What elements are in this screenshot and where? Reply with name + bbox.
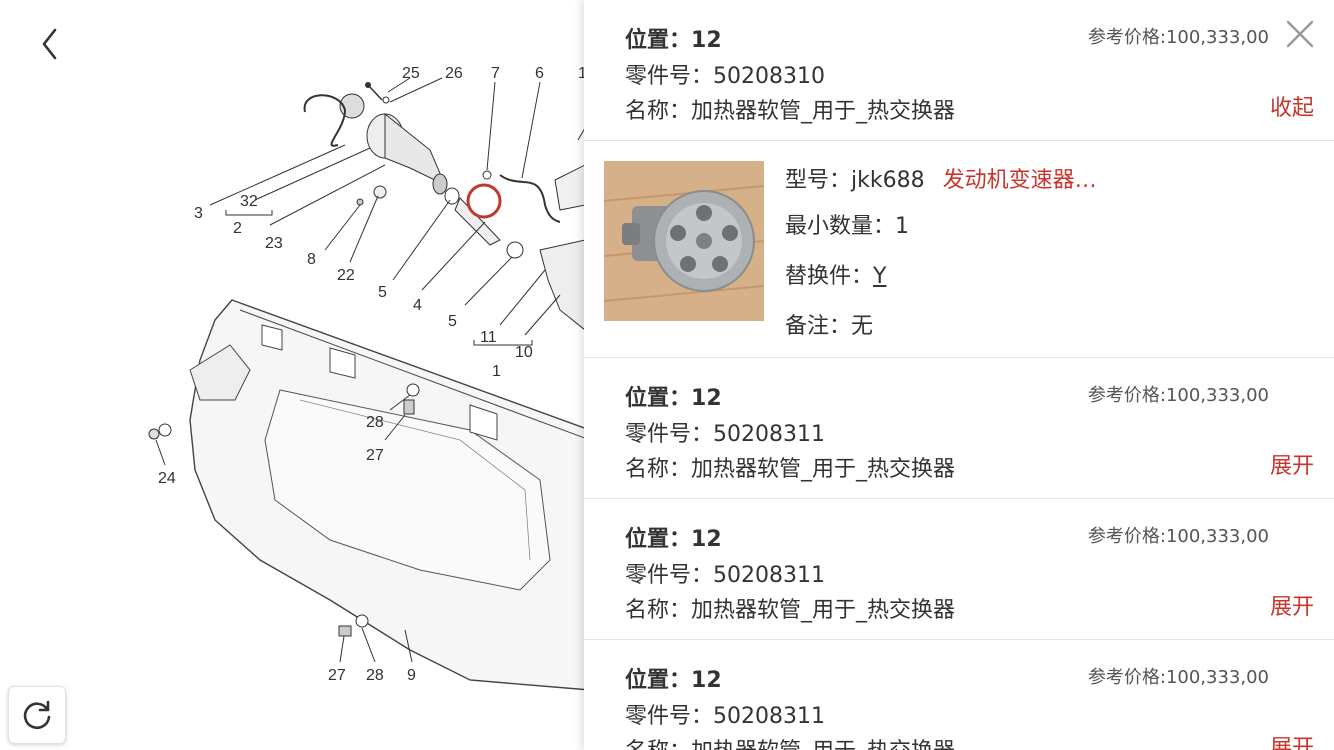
part-name: 名称：加热器软管_用于_热交换器 — [625, 457, 956, 482]
part-photo[interactable] — [604, 161, 764, 321]
callout-label: 22 — [337, 267, 355, 284]
expand-button[interactable]: 展开 — [1270, 589, 1314, 621]
part-item[interactable]: 位置：12 零件号：50208311 名称：加热器软管_用于_热交换器 参考价格… — [584, 640, 1334, 750]
reference-price: 参考价格:100,333,00 — [1087, 385, 1269, 406]
callout-label: 25 — [402, 65, 420, 82]
part-name: 名称：加热器软管_用于_热交换器 — [625, 99, 956, 124]
collapse-button[interactable]: 收起 — [1270, 90, 1314, 122]
close-icon — [1286, 20, 1314, 48]
callout-label: 27 — [366, 447, 384, 464]
callout-label: 24 — [158, 470, 176, 487]
part-position: 位置：12 — [625, 668, 722, 693]
callout-label: 5 — [448, 313, 457, 330]
refresh-button[interactable] — [8, 686, 66, 744]
part-name: 名称：加热器软管_用于_热交换器 — [625, 598, 956, 623]
pump-pulley-image — [604, 161, 764, 321]
reference-price: 参考价格:100,333,00 — [1087, 526, 1269, 547]
refresh-icon — [23, 700, 51, 730]
note-field: 备注：无 — [785, 314, 874, 339]
selected-part-marker — [466, 183, 502, 219]
parts-panel: 位置：12 零件号：50208310 名称：加热器软管_用于_热交换器 参考价格… — [584, 0, 1334, 750]
back-button[interactable] — [30, 24, 70, 64]
part-item[interactable]: 位置：12 零件号：50208311 名称：加热器软管_用于_热交换器 参考价格… — [584, 499, 1334, 640]
callout-label: 27 — [328, 667, 346, 684]
expand-button[interactable]: 展开 — [1270, 448, 1314, 480]
close-button[interactable] — [1284, 18, 1316, 50]
replacement-link[interactable]: Y — [873, 264, 886, 289]
expand-button[interactable]: 展开 — [1270, 730, 1314, 750]
callout-label: 32 — [240, 193, 258, 210]
callout-label: 1 — [492, 363, 501, 380]
part-position: 位置：12 — [625, 527, 722, 552]
callout-label: 3 — [194, 205, 203, 222]
part-number: 零件号：50208311 — [625, 563, 825, 588]
callout-label: 23 — [265, 235, 283, 252]
callout-label: 4 — [413, 297, 422, 314]
chevron-left-icon — [42, 28, 57, 60]
min-quantity-field: 最小数量：1 — [785, 214, 910, 239]
callout-label: 9 — [407, 667, 416, 684]
callout-label: 7 — [491, 65, 500, 82]
exploded-view-drawing[interactable]: 25 26 7 6 1 3 32 2 23 8 22 5 4 5 11 10 1… — [0, 0, 584, 750]
callout-label: 26 — [445, 65, 463, 82]
part-position: 位置：12 — [625, 28, 722, 53]
part-number: 零件号：50208311 — [625, 704, 825, 729]
callout-label: 2 — [233, 220, 242, 237]
part-position: 位置：12 — [625, 386, 722, 411]
callout-label: 11 — [480, 329, 497, 346]
replacement-field: 替换件：Y — [785, 264, 887, 289]
part-number: 零件号：50208310 — [625, 64, 825, 89]
part-number: 零件号：50208311 — [625, 422, 825, 447]
reference-price: 参考价格:100,333,00 — [1087, 667, 1269, 688]
callout-label: 8 — [307, 251, 316, 268]
part-item[interactable]: 位置：12 零件号：50208310 名称：加热器软管_用于_热交换器 参考价格… — [584, 0, 1334, 141]
callout-label: 10 — [515, 344, 533, 361]
callout-label: 6 — [535, 65, 544, 82]
model-field: 型号：jkk688 发动机变速器… — [785, 168, 1097, 193]
parts-diagram[interactable]: 25 26 7 6 1 3 32 2 23 8 22 5 4 5 11 10 1… — [0, 0, 584, 750]
callout-label: 5 — [378, 284, 387, 301]
part-detail: 型号：jkk688 发动机变速器… 最小数量：1 替换件：Y 备注：无 — [584, 141, 1334, 358]
reference-price: 参考价格:100,333,00 — [1087, 27, 1269, 48]
part-name: 名称：加热器软管_用于_热交换器 — [625, 733, 955, 750]
model-description[interactable]: 发动机变速器… — [943, 168, 1097, 193]
callout-label: 28 — [366, 414, 384, 431]
part-item[interactable]: 位置：12 零件号：50208311 名称：加热器软管_用于_热交换器 参考价格… — [584, 358, 1334, 499]
callout-label: 28 — [366, 667, 384, 684]
